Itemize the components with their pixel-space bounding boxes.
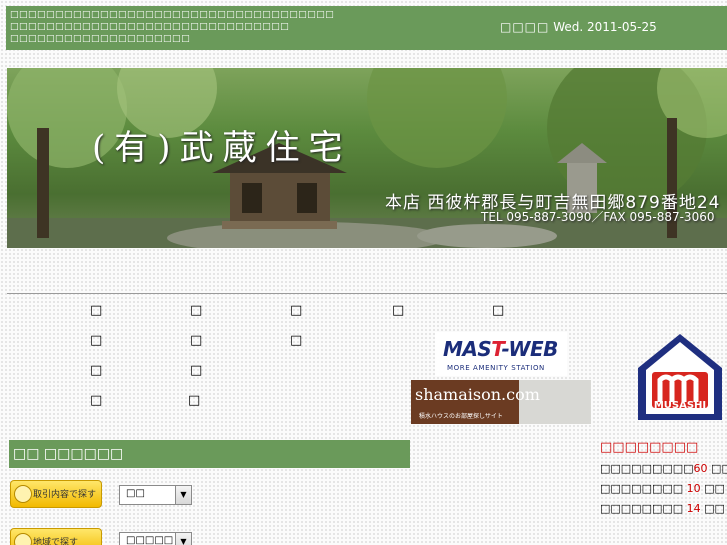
- top-message: □□□□□□□□□□□□□□□□□□□□□□□□□□□□□□□□□□□□ □□□…: [10, 9, 334, 45]
- stats-row: □□□□□□□□ 10 □□: [600, 482, 727, 502]
- stats-count: 60: [693, 462, 708, 475]
- date-value: Wed. 2011-05-25: [553, 20, 657, 34]
- stats-title: □□□□□□□□: [600, 440, 699, 455]
- search-by-transaction-label: 取引内容で探す: [33, 490, 97, 500]
- mast-web-subtitle: MORE AMENITY STATION: [447, 364, 545, 372]
- divider: [7, 293, 727, 294]
- date-label: □□□□: [500, 20, 550, 34]
- nav-item-6[interactable]: □: [90, 333, 102, 348]
- nav-item-1[interactable]: □: [90, 303, 102, 318]
- transaction-select[interactable]: □□ ▼: [119, 485, 192, 505]
- chevron-down-icon: ▼: [175, 533, 191, 545]
- musashi-logo[interactable]: MUSASHI: [636, 332, 724, 422]
- magnifier-icon: [14, 485, 32, 503]
- search-panel-header: □□ □□□□□□: [9, 440, 410, 468]
- nav-item-9[interactable]: □: [90, 363, 102, 378]
- nav-item-12[interactable]: □: [188, 393, 200, 408]
- search-panel: □□ □□□□□□ 取引内容で探す □□ ▼ 地域で探す □□□□□ ▼: [9, 440, 410, 545]
- search-by-area-label: 地域で探す: [33, 538, 79, 545]
- property-stats: □□□□□□□□ □□□□□□□□□60 □□ □□□□□□□□ 10 □□ □…: [600, 440, 727, 522]
- date-display: □□□□ Wed. 2011-05-25: [500, 20, 657, 34]
- stats-row: □□□□□□□□ 14 □□: [600, 502, 727, 522]
- chevron-down-icon: ▼: [175, 486, 191, 504]
- mast-title-a: MAS: [443, 337, 492, 361]
- search-by-transaction-button[interactable]: 取引内容で探す: [10, 480, 102, 508]
- mast-title-b: T: [491, 337, 502, 361]
- shamaison-title: shamaison.com: [415, 385, 540, 404]
- nav-item-3[interactable]: □: [290, 303, 302, 318]
- stats-label: □□□□□□□□: [600, 502, 684, 515]
- header-banner: (有)武蔵住宅 本店 西彼杵郡長与町吉無田郷879番地24 TEL 095-88…: [7, 68, 727, 248]
- nav-item-5[interactable]: □: [492, 303, 504, 318]
- top-bar: □□□□□□□□□□□□□□□□□□□□□□□□□□□□□□□□□□□□ □□□…: [6, 6, 727, 50]
- mast-title-c: -WEB: [501, 337, 559, 361]
- nav-item-4[interactable]: □: [392, 303, 404, 318]
- stats-unit: □□: [704, 482, 725, 495]
- magnifier-icon: [14, 533, 32, 545]
- stats-unit: □□: [704, 502, 725, 515]
- area-select[interactable]: □□□□□ ▼: [119, 532, 192, 545]
- nav-item-10[interactable]: □: [190, 363, 202, 378]
- stats-label: □□□□□□□□: [600, 482, 684, 495]
- transaction-select-value: □□: [126, 488, 145, 499]
- stats-label: □□□□□□□□□: [600, 462, 694, 475]
- shamaison-subtitle: 積水ハウスのお部屋探しサイト: [419, 413, 503, 420]
- top-message-line-1: □□□□□□□□□□□□□□□□□□□□□□□□□□□□□□□□□□□□: [10, 10, 335, 20]
- musashi-label: MUSASHI: [653, 400, 707, 411]
- stats-unit: □□: [711, 462, 727, 475]
- mast-web-banner[interactable]: MAST-WEB MORE AMENITY STATION: [435, 332, 567, 376]
- top-message-line-2: □□□□□□□□□□□□□□□□□□□□□□□□□□□□□□□: [10, 22, 290, 32]
- stats-count: 14: [686, 502, 701, 515]
- stats-row: □□□□□□□□□60 □□: [600, 462, 727, 482]
- area-select-value: □□□□□: [126, 535, 174, 545]
- company-name: (有)武蔵住宅: [92, 128, 352, 168]
- shamaison-banner[interactable]: shamaison.com 積水ハウスのお部屋探しサイト: [411, 380, 591, 424]
- mast-web-logo: MAST-WEB: [443, 337, 558, 361]
- nav-item-8[interactable]: □: [290, 333, 302, 348]
- nav-item-11[interactable]: □: [90, 393, 102, 408]
- nav-item-7[interactable]: □: [190, 333, 202, 348]
- nav-item-2[interactable]: □: [190, 303, 202, 318]
- top-message-line-3: □□□□□□□□□□□□□□□□□□□□: [10, 34, 191, 44]
- stats-count: 10: [686, 482, 701, 495]
- search-by-area-button[interactable]: 地域で探す: [10, 528, 102, 545]
- company-phone: TEL 095-887-3090／FAX 095-887-3060: [481, 210, 715, 224]
